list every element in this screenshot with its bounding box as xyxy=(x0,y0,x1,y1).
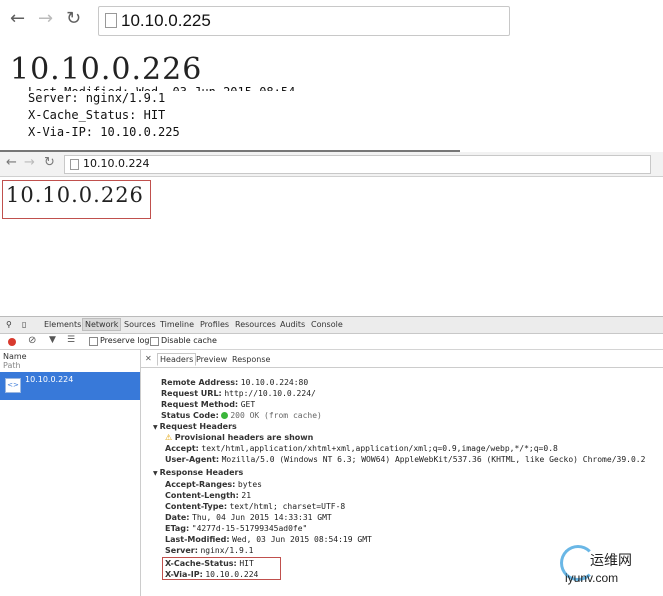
search-icon[interactable]: ⚲ xyxy=(6,320,12,329)
header-row: ETag: "4277d-15-51799345ad0fe" xyxy=(165,524,308,533)
header-row: Date: Thu, 04 Jun 2015 14:33:31 GMT xyxy=(165,513,332,522)
address-bar-1[interactable]: 10.10.0.225 xyxy=(98,6,510,36)
clear-icon[interactable]: ⊘ xyxy=(28,335,36,346)
html-file-icon: <> xyxy=(5,378,21,393)
header-line: X-Via-IP: 10.10.0.225 xyxy=(28,125,180,139)
provisional-warning: ⚠ Provisional headers are shown xyxy=(165,433,314,442)
forward-icon[interactable]: → xyxy=(38,8,53,29)
status-ok-icon xyxy=(221,412,229,419)
header-row: Accept-Ranges: bytes xyxy=(165,480,262,489)
warning-icon: ⚠ xyxy=(165,433,173,442)
tab-network[interactable]: Network xyxy=(82,318,122,331)
request-name: 10.10.0.224 xyxy=(25,375,74,384)
tab-timeline[interactable]: Timeline xyxy=(160,320,194,329)
disable-cache-label: Disable cache xyxy=(161,336,217,345)
tab-elements[interactable]: Elements xyxy=(44,320,81,329)
tab-profiles[interactable]: Profiles xyxy=(200,320,229,329)
page-icon xyxy=(105,13,117,28)
column-path: Path xyxy=(3,361,21,370)
tab-sources[interactable]: Sources xyxy=(124,320,156,329)
request-list: Name Path <> 10.10.0.224 xyxy=(0,350,141,596)
preserve-log-label: Preserve log xyxy=(100,336,150,345)
tab-preview[interactable]: Preview xyxy=(196,355,227,364)
list-item[interactable]: <> 10.10.0.224 xyxy=(0,372,140,400)
header-line: Server: nginx/1.9.1 xyxy=(28,91,166,105)
reload-icon[interactable]: ↻ xyxy=(44,155,55,170)
filter-icon[interactable]: ▼ xyxy=(49,335,56,345)
response-headers-section[interactable]: ▼ Response Headers xyxy=(153,468,243,477)
column-name[interactable]: Name xyxy=(3,352,27,361)
tab-headers[interactable]: Headers xyxy=(157,353,197,366)
header-row: Server: nginx/1.9.1 xyxy=(165,546,254,555)
page-heading-2: 10.10.0.226 xyxy=(6,183,144,207)
back-icon[interactable]: ← xyxy=(10,8,25,29)
devtools-tabbar: ⚲ ▯ Elements Network Sources Timeline Pr… xyxy=(0,317,663,334)
response-header-list-1: Server: nginx/1.9.1 X-Cache_Status: HIT … xyxy=(28,90,180,141)
browser-toolbar-2: ← → ↻ 10.10.0.224 xyxy=(0,152,663,177)
page-icon xyxy=(70,159,79,170)
browser-toolbar-1: ← → ↻ 10.10.0.225 xyxy=(0,0,663,46)
header-row: Last-Modified: Wed, 03 Jun 2015 08:54:19… xyxy=(165,535,372,544)
general-row: Request Method: GET xyxy=(161,400,256,409)
tab-resources[interactable]: Resources xyxy=(235,320,276,329)
close-icon[interactable]: ✕ xyxy=(145,354,152,363)
site-watermark: 运维网 iyunv.com xyxy=(560,545,660,593)
disable-cache-checkbox[interactable] xyxy=(150,337,159,346)
address-bar-2[interactable]: 10.10.0.224 xyxy=(64,155,651,174)
header-row: Content-Type: text/html; charset=UTF-8 xyxy=(165,502,346,511)
request-headers-section[interactable]: ▼ Request Headers xyxy=(153,422,237,431)
general-row: Status Code: 200 OK (from cache) xyxy=(161,411,322,420)
network-toolbar: ⊘ ▼ ☰ Preserve log Disable cache xyxy=(0,334,663,350)
tab-console[interactable]: Console xyxy=(311,320,343,329)
detail-tabbar: ✕ Headers Preview Response xyxy=(141,353,663,368)
tab-audits[interactable]: Audits xyxy=(280,320,305,329)
url-text-2: 10.10.0.224 xyxy=(83,157,150,170)
general-row: Request URL: http://10.10.0.224/ xyxy=(161,389,316,398)
tab-response[interactable]: Response xyxy=(232,355,270,364)
reload-icon[interactable]: ↻ xyxy=(66,8,81,29)
record-icon[interactable] xyxy=(8,338,16,346)
header-line: X-Cache_Status: HIT xyxy=(28,108,166,122)
device-icon[interactable]: ▯ xyxy=(22,320,26,329)
list-view-icon[interactable]: ☰ xyxy=(67,335,75,345)
forward-icon[interactable]: → xyxy=(24,155,35,170)
header-row: Accept: text/html,application/xhtml+xml,… xyxy=(165,444,558,453)
watermark-en: iyunv.com xyxy=(565,571,619,585)
back-icon[interactable]: ← xyxy=(6,155,17,170)
url-text-1: 10.10.0.225 xyxy=(121,11,211,30)
highlight-box xyxy=(162,557,281,580)
watermark-cn: 运维网 xyxy=(590,553,632,569)
preserve-log-checkbox[interactable] xyxy=(89,337,98,346)
header-row: User-Agent: Mozilla/5.0 (Windows NT 6.3;… xyxy=(165,455,646,464)
general-row: Remote Address: 10.10.0.224:80 xyxy=(161,378,309,387)
page-heading-1: 10.10.0.226 xyxy=(10,52,203,87)
header-row: Content-Length: 21 xyxy=(165,491,252,500)
